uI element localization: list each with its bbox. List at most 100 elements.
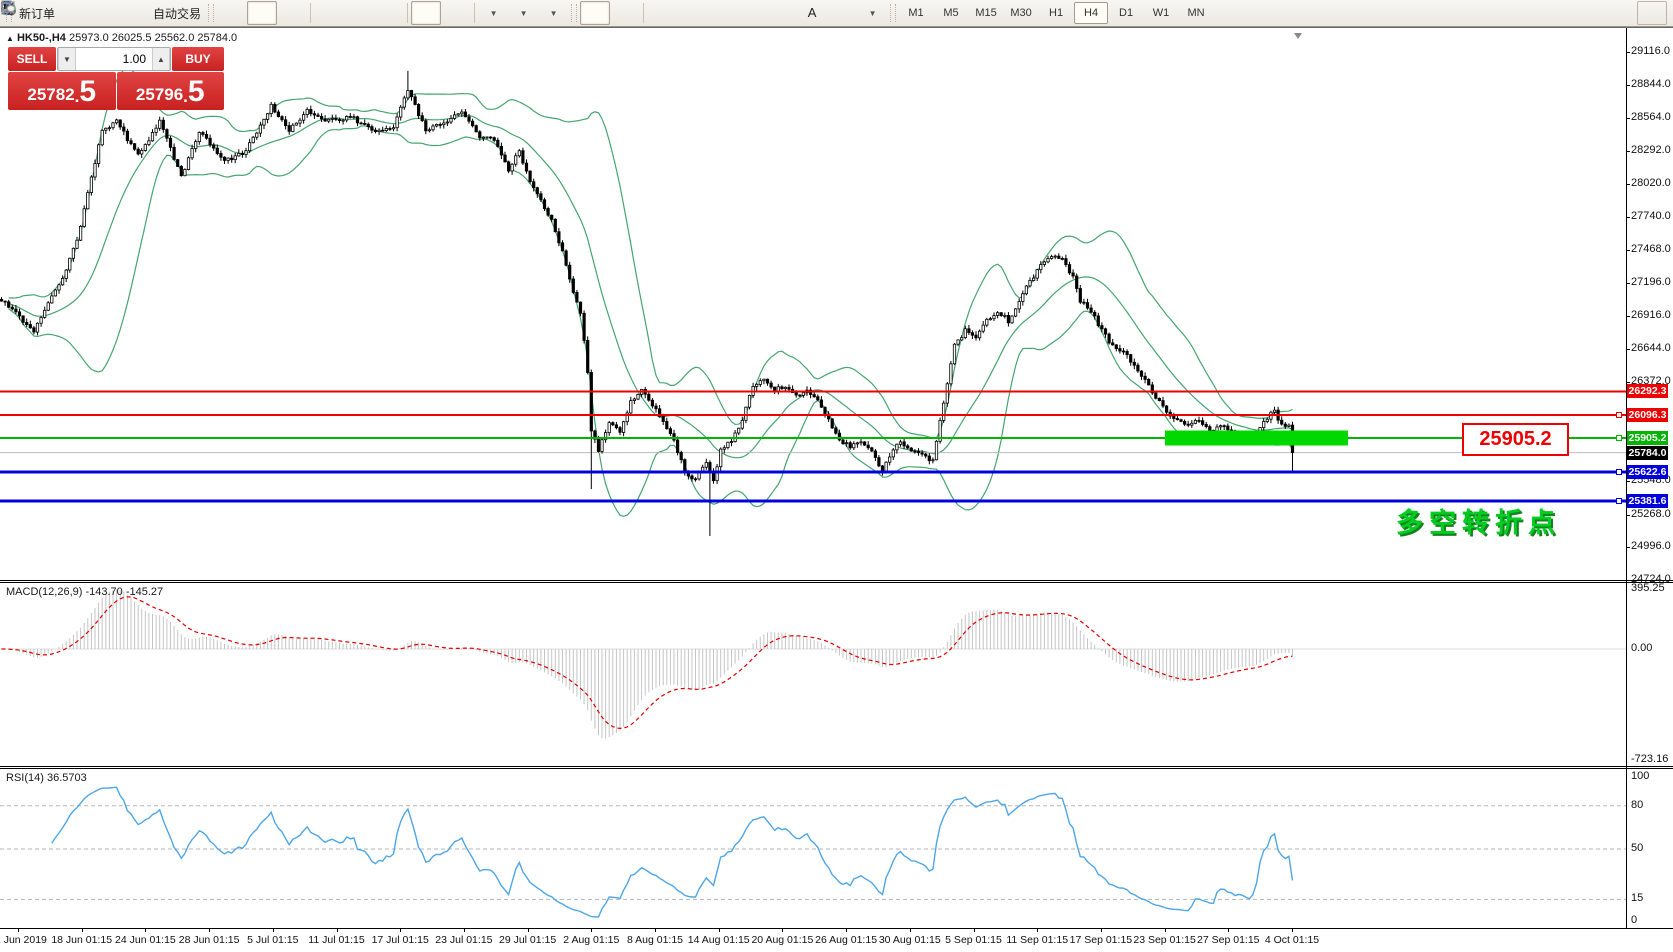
volume-increase-button[interactable]: ▲ xyxy=(152,48,170,70)
line-handle[interactable] xyxy=(1616,497,1622,504)
date-tick xyxy=(591,929,593,932)
channel-tool-button[interactable]: E xyxy=(1,1,767,25)
price-tick-label: 24996.0 xyxy=(1631,540,1671,553)
price-badge: 25784.0 xyxy=(1627,445,1668,460)
timeframe-button-m5[interactable]: M5 xyxy=(934,2,968,24)
macd-pane[interactable]: MACD(12,26,9) -143.70 -145.27 xyxy=(0,583,1673,766)
main-toolbar: 新订单 自动交易 ▼ ▼ ▼ A ▼ M1 M5 M15 M30 H1 H4 D… xyxy=(0,0,1673,27)
price-badge: 25381.6 xyxy=(1627,493,1668,508)
price-badge: 26292.3 xyxy=(1627,384,1668,399)
new-order-button[interactable]: 新订单 xyxy=(1,0,59,25)
date-label: 29 Jul 01:15 xyxy=(498,934,557,946)
zoom-in-button[interactable] xyxy=(1,1,344,25)
indicators-button[interactable]: ▼ xyxy=(1,1,508,25)
price-callout-box[interactable]: 25905.2 xyxy=(1462,423,1569,457)
line-chart-button[interactable] xyxy=(1,1,307,25)
toolbar-grip[interactable] xyxy=(208,4,215,22)
new-order-label: 新订单 xyxy=(19,6,56,21)
price-badge: 26096.3 xyxy=(1627,408,1668,423)
date-tick xyxy=(1037,929,1039,932)
date-tick xyxy=(1164,929,1166,932)
axis-tick xyxy=(1626,381,1630,383)
profiles-button[interactable] xyxy=(1,1,119,25)
timeframe-button-h1[interactable]: H1 xyxy=(1039,2,1073,24)
line-handle[interactable] xyxy=(1616,412,1622,419)
price-tick-label: 27740.0 xyxy=(1631,210,1671,223)
dropdown-arrow-icon: ▼ xyxy=(549,8,558,18)
date-label: 17 Jul 01:15 xyxy=(371,934,429,946)
tile-windows-button[interactable] xyxy=(2,1,404,25)
date-tick xyxy=(400,929,402,932)
crosshair-tool-button[interactable] xyxy=(1,1,640,25)
bar-chart-button[interactable] xyxy=(2,1,247,25)
auto-scroll-button[interactable] xyxy=(1,1,442,25)
line-handle[interactable] xyxy=(1616,468,1622,475)
line-handle[interactable] xyxy=(1616,434,1622,441)
date-tick xyxy=(909,929,911,932)
turning-point-annotation[interactable]: 多空转折点 xyxy=(1396,501,1561,540)
macd-label: MACD(12,26,9) -143.70 -145.27 xyxy=(6,586,163,598)
date-tick xyxy=(145,929,147,932)
volume-value[interactable]: 1.00 xyxy=(76,48,152,70)
date-label: 2 Aug 01:15 xyxy=(563,934,620,946)
date-label: 11 Jul 01:15 xyxy=(308,934,365,946)
price-tick-label: 25268.0 xyxy=(1631,507,1671,520)
auto-trading-label: 自动交易 xyxy=(153,6,202,21)
signals-button[interactable] xyxy=(3,1,149,25)
candlestick-chart-button[interactable] xyxy=(2,1,278,25)
cursor-tool-button[interactable] xyxy=(4,1,611,25)
timeframe-button-w1[interactable]: W1 xyxy=(1144,2,1178,24)
periods-button[interactable]: ▼ xyxy=(1,1,538,25)
timeframe-button-m1[interactable]: M1 xyxy=(899,2,933,24)
timeframe-button-d1[interactable]: D1 xyxy=(1109,2,1143,24)
collapse-panel-icon[interactable]: ▲ xyxy=(6,34,14,43)
price-tick-label: 29116.0 xyxy=(1631,45,1670,57)
buy-button[interactable]: BUY xyxy=(172,47,224,71)
price-tick-label: 26916.0 xyxy=(1631,309,1671,322)
chat-icon xyxy=(0,2,16,15)
date-label: 27 Sep 01:15 xyxy=(1197,934,1260,946)
macd-svg xyxy=(0,589,1626,739)
buy-price-int: 25796 xyxy=(135,85,184,104)
timeframe-button-mn[interactable]: MN xyxy=(1179,2,1213,24)
search-button[interactable] xyxy=(1,1,1637,25)
axis-tick xyxy=(1626,349,1630,351)
buy-price-dec: 5 xyxy=(187,75,205,108)
sell-price[interactable]: 25782. 5 xyxy=(8,72,116,110)
rsi-tick-label: 50 xyxy=(1631,842,1644,854)
text-tool-button[interactable]: A xyxy=(797,1,827,25)
timeframe-button-h4[interactable]: H4 xyxy=(1074,2,1109,24)
main-chart-pane[interactable]: ▲ HK50-,H4 25973.0 26025.5 25562.0 25784… xyxy=(0,29,1673,580)
timeframe-button-m30[interactable]: M30 xyxy=(1004,2,1038,24)
price-badge: 25905.2 xyxy=(1627,430,1668,445)
horizontal-line-tool-button[interactable] xyxy=(2,1,707,25)
fibonacci-tool-button[interactable]: F xyxy=(2,1,797,25)
chat-button[interactable] xyxy=(0,1,1667,25)
price-tick-label: 28020.0 xyxy=(1631,176,1671,189)
timeframe-button-m15[interactable]: M15 xyxy=(969,2,1003,24)
sell-button[interactable]: SELL xyxy=(8,47,56,71)
date-label: 11 Sep 01:15 xyxy=(1006,934,1069,946)
templates-button[interactable]: ▼ xyxy=(1,1,568,25)
zoom-out-button[interactable] xyxy=(1,1,374,25)
date-tick xyxy=(655,929,656,932)
macd-values: -143.70 -145.27 xyxy=(85,586,164,598)
toolbar-grip[interactable] xyxy=(890,4,897,22)
arrows-tool-button[interactable]: ▼ xyxy=(5,1,887,25)
volume-stepper: ▼ 1.00 ▲ xyxy=(57,47,171,71)
date-tick xyxy=(718,929,720,932)
rsi-value: 36.5703 xyxy=(46,772,87,784)
volume-decrease-button[interactable]: ▼ xyxy=(58,48,76,70)
toolbar-grip[interactable] xyxy=(571,4,578,22)
rsi-pane[interactable]: RSI(14) 36.5703 xyxy=(0,769,1673,928)
date-tick xyxy=(527,929,529,932)
buy-price[interactable]: 25796. 5 xyxy=(116,72,224,110)
label-tool-button[interactable]: T xyxy=(1,1,857,25)
auto-trading-button[interactable]: 自动交易 xyxy=(2,1,205,25)
axis-tick xyxy=(1626,52,1630,53)
vertical-line-tool-button[interactable] xyxy=(7,1,677,25)
new-chart-button[interactable] xyxy=(1,1,89,25)
chart-shift-button[interactable] xyxy=(1,1,471,25)
trendline-tool-button[interactable] xyxy=(2,1,737,25)
axis-tick xyxy=(1626,217,1630,219)
